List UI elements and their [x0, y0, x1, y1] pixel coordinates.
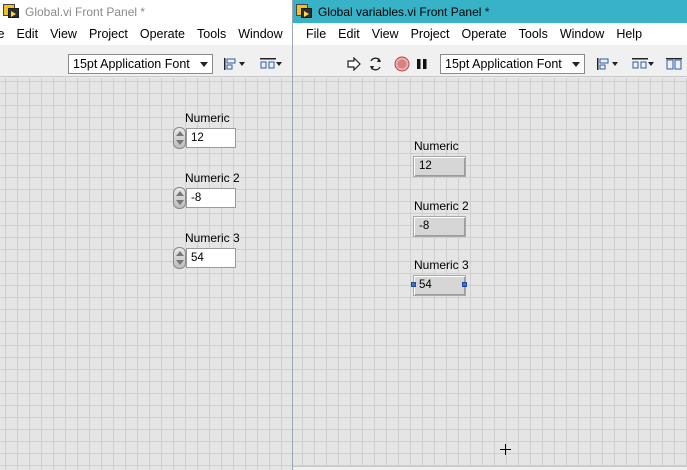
front-panel-grid[interactable]: Numeric 12 Numeric 2 -8 Numeric 3 54 — [0, 78, 292, 470]
font-selector-value: 15pt Application Font — [445, 57, 562, 71]
toolbar: 15pt Application Font — [293, 45, 687, 77]
menu-help[interactable]: Help — [610, 27, 648, 41]
numeric-indicator[interactable]: 12 — [413, 156, 466, 177]
pause-icon — [417, 59, 427, 69]
menu-project[interactable]: Project — [405, 27, 456, 41]
menu-view[interactable]: View — [366, 27, 405, 41]
global-vi-window[interactable]: Global.vi Front Panel * ile Edit View Pr… — [0, 0, 292, 470]
menu-file[interactable]: File — [300, 27, 332, 41]
abort-execution-button[interactable] — [391, 54, 413, 74]
font-selector-value: 15pt Application Font — [73, 57, 190, 71]
window-title: Global variables.vi Front Panel * — [318, 4, 490, 19]
numeric-control-input[interactable]: 12 — [186, 128, 236, 148]
menubar: File Edit View Project Operate Tools Win… — [293, 23, 687, 45]
numeric-control-label: Numeric — [185, 111, 230, 125]
crosshair-cursor-icon — [500, 444, 511, 455]
menu-operate[interactable]: Operate — [455, 27, 512, 41]
pause-button[interactable] — [411, 54, 433, 74]
resize-objects-icon — [666, 58, 682, 70]
window-title: Global.vi Front Panel * — [25, 4, 146, 19]
menu-edit[interactable]: Edit — [11, 27, 45, 41]
distribute-objects-icon — [632, 58, 648, 69]
numeric-2-indicator[interactable]: -8 — [413, 216, 466, 237]
menubar: ile Edit View Project Operate Tools Wind… — [0, 23, 292, 45]
numeric-3-control-input[interactable]: 54 — [186, 248, 236, 268]
titlebar[interactable]: Global.vi Front Panel * — [0, 0, 292, 23]
run-continuously-icon — [370, 57, 381, 71]
menu-view[interactable]: View — [44, 27, 83, 41]
numeric-3-control-label: Numeric 3 — [185, 231, 240, 245]
numeric-3-indicator[interactable]: 54 — [413, 275, 466, 296]
resize-objects-button[interactable] — [663, 54, 685, 74]
selection-handle-left[interactable] — [411, 282, 416, 287]
abort-execution-icon — [394, 56, 410, 72]
numeric-2-increment-spinner[interactable] — [173, 187, 186, 209]
align-objects-button[interactable] — [593, 54, 618, 74]
numeric-increment-spinner[interactable] — [173, 127, 186, 149]
align-objects-button[interactable] — [220, 54, 245, 74]
chevron-down-icon — [200, 62, 208, 67]
font-selector[interactable]: 15pt Application Font — [68, 54, 213, 74]
numeric-2-control-label: Numeric 2 — [185, 171, 240, 185]
align-objects-icon — [224, 58, 236, 70]
numeric-2-control-input[interactable]: -8 — [186, 188, 236, 208]
horizontal-scrollbar[interactable] — [293, 466, 687, 470]
front-panel-grid[interactable]: Numeric 12 Numeric 2 -8 Numeric 3 54 — [293, 78, 687, 470]
run-continuously-button[interactable] — [365, 54, 387, 74]
distribute-objects-icon — [260, 58, 276, 69]
run-button[interactable] — [343, 54, 365, 74]
font-selector[interactable]: 15pt Application Font — [440, 54, 585, 74]
menu-operate[interactable]: Operate — [134, 27, 191, 41]
menu-file[interactable]: ile — [0, 27, 11, 41]
menu-project[interactable]: Project — [83, 27, 134, 41]
numeric-indicator-label: Numeric — [414, 139, 459, 153]
numeric-3-indicator-label: Numeric 3 — [414, 258, 469, 272]
distribute-objects-button[interactable] — [257, 54, 282, 74]
menu-edit[interactable]: Edit — [332, 27, 366, 41]
menu-window[interactable]: Window — [554, 27, 610, 41]
numeric-2-indicator-label: Numeric 2 — [414, 199, 469, 213]
numeric-3-increment-spinner[interactable] — [173, 247, 186, 269]
global-variables-vi-window[interactable]: Global variables.vi Front Panel * File E… — [292, 0, 687, 470]
menu-window[interactable]: Window — [232, 27, 288, 41]
labview-vi-icon — [296, 4, 313, 19]
menu-tools[interactable]: Tools — [191, 27, 232, 41]
toolbar: 15pt Application Font — [0, 45, 292, 77]
labview-vi-icon — [3, 4, 20, 19]
chevron-down-icon — [572, 62, 580, 67]
selection-handle-right[interactable] — [462, 282, 467, 287]
titlebar[interactable]: Global variables.vi Front Panel * — [293, 0, 687, 23]
menu-tools[interactable]: Tools — [513, 27, 554, 41]
distribute-objects-button[interactable] — [629, 54, 654, 74]
align-objects-icon — [597, 58, 609, 70]
run-arrow-icon — [347, 57, 361, 71]
